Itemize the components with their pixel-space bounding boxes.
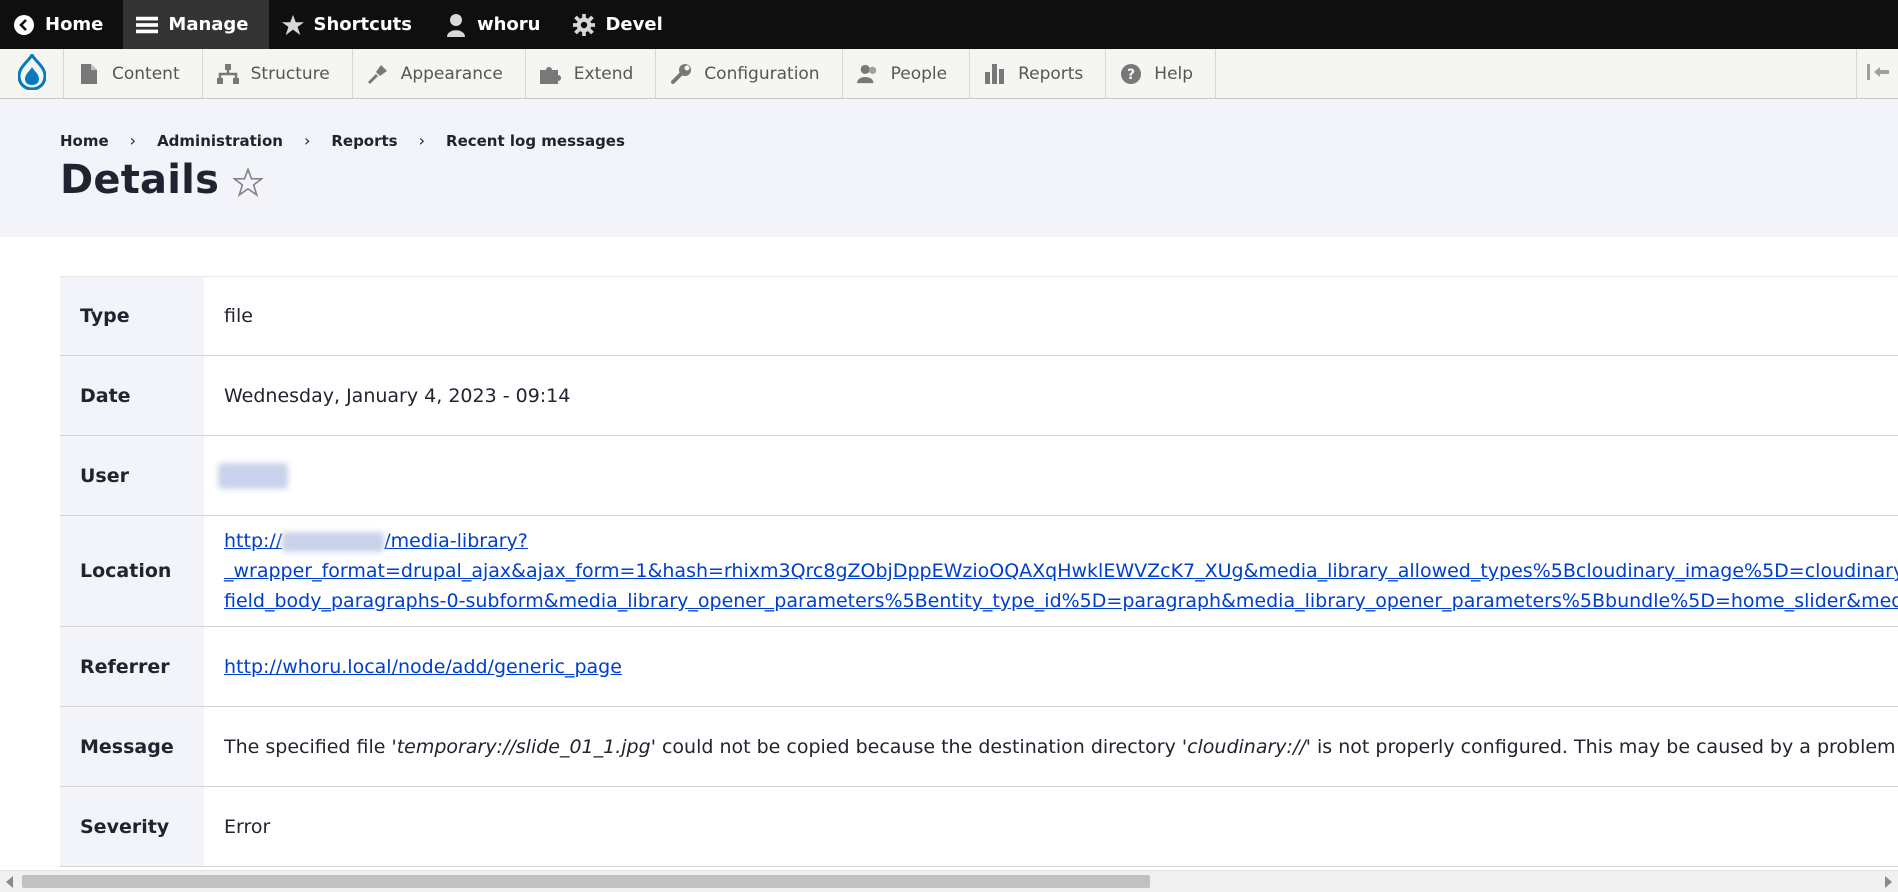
table-row-user: User [60,436,1898,516]
paintbrush-icon [367,63,389,85]
breadcrumb-home[interactable]: Home [60,132,109,150]
admin-tray: Content Structure Appearance Extend Conf… [0,49,1898,99]
location-label: Location [60,516,204,626]
location-line1-suffix: /media-library? [384,530,528,552]
referrer-link[interactable]: http://whoru.local/node/add/generic_page [224,656,622,678]
toolbar-manage-label: Manage [168,14,249,35]
tray-item-configuration-label: Configuration [704,63,820,84]
toolbar-shortcuts-tab[interactable]: Shortcuts [269,0,432,49]
toolbar-home-link[interactable]: Home [0,0,123,49]
type-value: file [224,305,253,327]
user-icon [445,13,467,37]
date-label: Date [60,356,204,435]
tray-item-content[interactable]: Content [64,49,203,98]
tray-item-people-label: People [890,63,948,84]
tray-item-people[interactable]: People [843,49,971,98]
table-row-type: Type file [60,276,1898,356]
scroll-left-arrow-icon[interactable] [6,876,13,888]
toolbar-user-label: whoru [476,14,541,35]
tray-item-extend[interactable]: Extend [526,49,657,98]
toolbar-shortcuts-label: Shortcuts [313,14,412,35]
severity-value: Error [224,815,271,838]
type-label: Type [60,277,204,355]
tray-item-appearance-label: Appearance [400,63,503,84]
toolbar-bar: Home Manage Shortcuts whoru Devel [0,0,1898,49]
page-title: Details [60,157,220,203]
table-row-message: Message The specified file ' temporary://… [60,707,1898,787]
chevron-left-circle-icon [13,14,35,36]
severity-label: Severity [60,787,204,866]
tray-item-appearance[interactable]: Appearance [353,49,526,98]
tray-item-extend-label: Extend [573,63,634,84]
gear-icon [573,13,596,36]
message-destination: cloudinary:// [1187,735,1306,758]
date-value: Wednesday, January 4, 2023 - 09:14 [224,384,571,407]
tray-item-content-label: Content [112,63,180,84]
breadcrumb-separator: › [303,131,311,150]
tray-item-configuration[interactable]: Configuration [656,49,843,98]
location-value: http:// /media-library? _wrapper_format=d… [204,516,1898,626]
scrollbar-thumb[interactable] [22,875,1150,888]
tray-item-structure-label: Structure [250,63,330,84]
scroll-right-arrow-icon[interactable] [1885,876,1892,888]
breadcrumb-separator: › [129,131,137,150]
message-text-1: The specified file ' [224,735,397,758]
tray-item-help[interactable]: ? Help [1106,49,1217,98]
drupal-drop-icon [16,51,47,94]
breadcrumb-recent-log-messages[interactable]: Recent log messages [446,132,625,150]
breadcrumb-administration[interactable]: Administration [157,132,283,150]
tray-item-help-label: Help [1154,63,1194,84]
referrer-value: http://whoru.local/node/add/generic_page [204,627,1898,706]
location-link[interactable]: http:// /media-library? [224,526,1898,556]
people-icon [856,63,879,85]
redacted-user-name[interactable] [218,462,288,489]
location-line1-prefix: http:// [224,530,283,552]
breadcrumb-reports[interactable]: Reports [331,132,397,150]
file-icon [78,63,100,85]
hamburger-icon [136,14,159,36]
breadcrumb: Home › Administration › Reports › Recent… [60,131,625,150]
toolbar-manage-tab[interactable]: Manage [123,0,269,49]
redacted-host [282,531,385,552]
message-value: The specified file ' temporary://slide_01… [204,707,1898,786]
page-header: Home › Administration › Reports › Recent… [0,99,1898,237]
tray-orientation-toggle[interactable] [1856,49,1898,98]
location-link-line2[interactable]: _wrapper_format=drupal_ajax&ajax_form=1&… [224,556,1898,586]
user-value [204,436,1898,515]
table-row-severity: Severity Error [60,787,1898,867]
tray-item-reports[interactable]: Reports [970,49,1107,98]
table-row-referrer: Referrer http://whoru.local/node/add/gen… [60,627,1898,707]
breadcrumb-separator: › [418,131,426,150]
message-source-file: temporary://slide_01_1.jpg [396,735,651,758]
page-title-wrap: Details [60,157,264,203]
table-row-location: Location http:// /media-library? _wrapper… [60,516,1898,627]
tray-item-structure[interactable]: Structure [203,49,353,98]
toolbar-user-tab[interactable]: whoru [432,0,561,49]
horizontal-scrollbar[interactable] [0,870,1898,892]
message-text-3: ' is not properly configured. This may b… [1305,735,1898,758]
tray-item-reports-label: Reports [1018,63,1084,84]
sitemap-icon [216,63,239,85]
bar-chart-icon [984,63,1006,85]
toolbar-home-label: Home [45,14,104,35]
referrer-label: Referrer [60,627,204,706]
puzzle-icon [539,63,562,85]
add-shortcut-star-icon[interactable] [233,167,264,197]
toolbar-devel-tab[interactable]: Devel [560,0,682,49]
toolbar-devel-label: Devel [605,14,663,35]
drupal-logo-link[interactable] [0,49,64,98]
svg-text:?: ? [1127,67,1135,83]
location-link-line3[interactable]: field_body_paragraphs-0-subform&media_li… [224,586,1898,616]
message-label: Message [60,707,204,786]
star-icon [281,14,304,36]
table-row-date: Date Wednesday, January 4, 2023 - 09:14 [60,356,1898,436]
message-text-2: ' could not be copied because the destin… [650,735,1188,758]
user-label: User [60,436,204,515]
collapse-left-icon [1866,63,1889,84]
wrench-icon [670,63,692,85]
help-icon: ? [1120,63,1142,85]
log-details-table: Type file Date Wednesday, January 4, 202… [60,276,1898,867]
